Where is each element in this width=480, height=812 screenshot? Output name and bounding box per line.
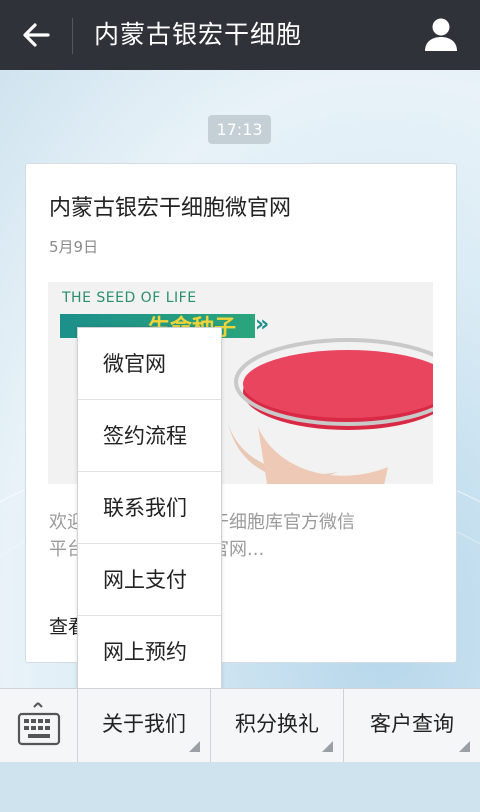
back-arrow-icon[interactable] <box>14 14 58 56</box>
submenu-indicator-icon <box>189 741 200 752</box>
menu-customer-query-label: 客户查询 <box>370 712 454 736</box>
submenu-item-contact-us[interactable]: 联系我们 <box>78 472 221 544</box>
menu-points-exchange[interactable]: 积分换礼 <box>211 689 344 762</box>
menu-points-exchange-label: 积分换礼 <box>235 712 319 736</box>
petri-dish-illustration <box>228 338 433 484</box>
bottom-menu-bar: 关于我们 积分换礼 客户查询 <box>0 688 480 762</box>
message-timestamp: 17:13 <box>208 115 271 144</box>
submenu-item-micro-site[interactable]: 微官网 <box>78 328 221 400</box>
header-divider <box>72 18 73 54</box>
keyboard-icon <box>17 702 61 746</box>
menu-customer-query[interactable]: 客户查询 <box>344 689 480 762</box>
submenu-popup: 微官网 签约流程 联系我们 网上支付 网上预约 <box>77 327 222 690</box>
double-chevron-icon: » <box>255 312 270 337</box>
cover-caption-en: THE SEED OF LIFE <box>62 290 197 306</box>
menu-about-us[interactable]: 关于我们 <box>78 689 211 762</box>
page-title: 内蒙古银宏干细胞 <box>94 20 303 49</box>
submenu-item-online-payment[interactable]: 网上支付 <box>78 544 221 616</box>
user-profile-icon[interactable] <box>420 14 462 56</box>
article-title[interactable]: 内蒙古银宏干细胞微官网 <box>49 190 291 222</box>
keyboard-toggle-button[interactable] <box>0 689 78 762</box>
submenu-indicator-icon <box>322 741 333 752</box>
submenu-item-online-booking[interactable]: 网上预约 <box>78 616 221 688</box>
submenu-indicator-icon <box>459 741 470 752</box>
menu-about-us-label: 关于我们 <box>102 712 186 736</box>
submenu-item-signing-process[interactable]: 签约流程 <box>78 400 221 472</box>
top-bar: 内蒙古银宏干细胞 <box>0 0 480 70</box>
article-date: 5月9日 <box>49 238 99 256</box>
